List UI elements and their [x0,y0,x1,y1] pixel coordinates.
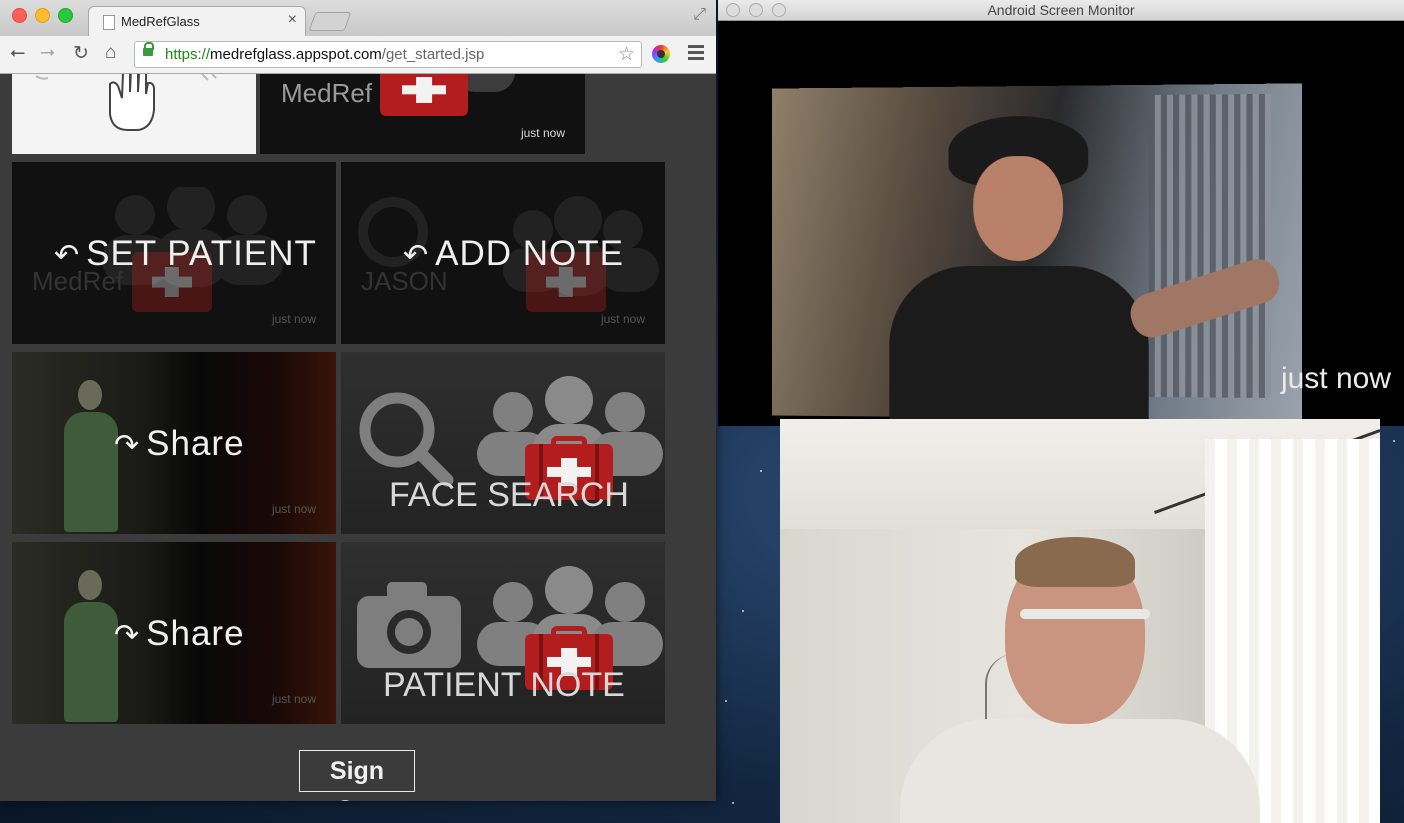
browser-window: MedRefGlass × ⤢ ⭠ ⭢ ↻ ⌂ https://medrefgl… [0,0,716,801]
medref-top-card[interactable]: MedRef just now [260,74,585,154]
window-minimize-button[interactable] [35,8,50,23]
webcam-video [780,419,1380,823]
medkit-icon [380,74,468,116]
reply-arrow-icon: ↶ [403,239,430,272]
tab-strip: MedRefGlass × ⤢ [0,0,716,36]
card-time: just now [520,126,565,140]
share-arrow-icon: ↷ [114,619,141,652]
monitor-titlebar: Android Screen Monitor [718,0,1404,21]
card-time: just now [600,312,645,326]
page-content: MedRef just now MedRef ↶ SET PATIENT just… [0,74,716,801]
new-tab-button[interactable] [308,12,352,31]
set-patient-label: ↶ SET PATIENT [54,234,317,273]
share-label: ↷ Share [114,424,245,463]
page-icon [103,15,115,30]
card-time: just now [271,312,316,326]
photo-timestamp: just now [1280,362,1391,395]
face-search-card[interactable]: FACE SEARCH [341,352,665,534]
menu-icon[interactable] [688,45,704,63]
share-arrow-icon: ↷ [114,429,141,462]
gesture-card[interactable] [12,74,256,154]
card-label: MedRef [281,78,373,108]
lock-icon [143,42,154,56]
reply-arrow-icon: ↶ [54,239,81,272]
glass-screen: just now [718,21,1404,426]
share-label: ↷ Share [114,614,245,653]
window-zoom-button[interactable] [58,8,73,23]
fullscreen-icon[interactable]: ⤢ [693,6,706,24]
extension-icon[interactable] [652,45,670,63]
browser-toolbar: ⭠ ⭢ ↻ ⌂ https://medrefglass.appspot.com/… [0,36,716,74]
set-patient-card[interactable]: MedRef ↶ SET PATIENT just now [12,162,336,344]
monitor-title: Android Screen Monitor [987,2,1135,18]
share-card-2[interactable]: ↷ Share just now [12,542,336,724]
google-glass-icon [1020,609,1150,619]
camera-icon [357,582,461,668]
magnifier-icon [359,392,454,487]
selfie-photo [772,83,1302,426]
sign-out-button[interactable]: Sign Out [299,750,415,801]
hand-gesture-icon [35,74,217,131]
face-search-label: FACE SEARCH [389,476,629,514]
add-note-label: ↶ ADD NOTE [403,234,624,273]
window-close-button[interactable] [12,8,27,23]
share-card-1[interactable]: ↷ Share just now [12,352,336,534]
tab-medrefglass[interactable]: MedRefGlass × [88,6,306,36]
back-icon[interactable]: ⭠ [10,42,25,64]
card-time: just now [271,502,316,516]
tab-close-icon[interactable]: × [288,11,297,29]
bookmark-star-icon[interactable]: ☆ [618,43,635,66]
home-icon[interactable]: ⌂ [105,42,116,64]
reload-icon[interactable]: ↻ [73,42,89,65]
forward-icon[interactable]: ⭢ [40,42,55,64]
url-text: https://medrefglass.appspot.com/get_star… [165,46,485,63]
card-time: just now [271,692,316,706]
patient-note-label: PATIENT NOTE [383,666,625,704]
add-note-card[interactable]: JASON ↶ ADD NOTE just now [341,162,665,344]
patient-note-card[interactable]: PATIENT NOTE [341,542,665,724]
android-screen-monitor-window: Android Screen Monitor just now [718,0,1404,426]
address-bar[interactable]: https://medrefglass.appspot.com/get_star… [134,41,642,68]
tab-title: MedRefGlass [121,14,200,29]
